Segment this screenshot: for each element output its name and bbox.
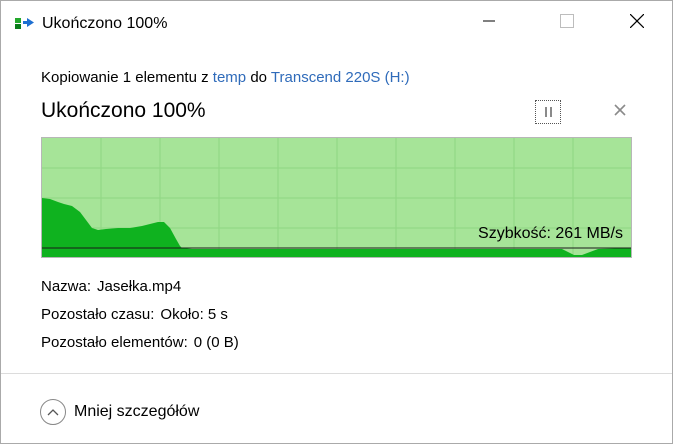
- dialog-footer: Mniej szczegółów: [1, 373, 672, 444]
- cancel-button[interactable]: [611, 103, 629, 121]
- cancel-icon: [614, 103, 626, 121]
- source-folder-link[interactable]: temp: [213, 69, 246, 86]
- time-remaining-label: Pozostało czasu:: [41, 306, 155, 323]
- destination-drive-link[interactable]: Transcend 220S (H:): [271, 69, 410, 86]
- speed-label: Szybkość: 261 MB/s: [478, 225, 623, 242]
- time-remaining-value: Około: 5 s: [160, 306, 228, 323]
- file-name-label: Nazwa:: [41, 278, 92, 295]
- maximize-button[interactable]: [544, 1, 590, 45]
- pause-icon: [544, 107, 552, 117]
- copy-prefix: Kopiowanie 1 elementu z: [41, 69, 209, 86]
- chevron-up-icon: [40, 399, 66, 425]
- copy-middle: do: [250, 69, 267, 86]
- fewer-details-label: Mniej szczegółów: [74, 403, 200, 420]
- close-icon: [629, 13, 645, 33]
- file-name-row: Nazwa: Jasełka.mp4: [41, 277, 181, 297]
- copy-description: Kopiowanie 1 elementu z temp do Transcen…: [41, 68, 410, 88]
- items-remaining-row: Pozostało elementów: 0 (0 B): [41, 333, 239, 353]
- time-remaining-row: Pozostało czasu: Około: 5 s: [41, 305, 228, 325]
- transfer-speed-graph: Szybkość: 261 MB/s: [41, 137, 632, 258]
- pause-button[interactable]: [535, 100, 561, 124]
- items-remaining-value: 0 (0 B): [193, 334, 239, 351]
- file-name-value: Jasełka.mp4: [97, 278, 182, 295]
- maximize-icon: [560, 13, 574, 33]
- close-button[interactable]: [614, 1, 660, 45]
- items-remaining-label: Pozostało elementów:: [41, 334, 188, 351]
- fewer-details-button[interactable]: Mniej szczegółów: [40, 397, 199, 427]
- minimize-button[interactable]: [466, 1, 512, 45]
- progress-status-title: Ukończono 100%: [41, 99, 206, 122]
- copy-icon: [15, 17, 35, 31]
- title-bar: Ukończono 100%: [1, 1, 672, 45]
- minimize-icon: [483, 14, 495, 32]
- copy-dialog-window: Ukończono 100% Kopiowanie 1 elementu z t…: [0, 0, 673, 444]
- window-title: Ukończono 100%: [42, 15, 168, 32]
